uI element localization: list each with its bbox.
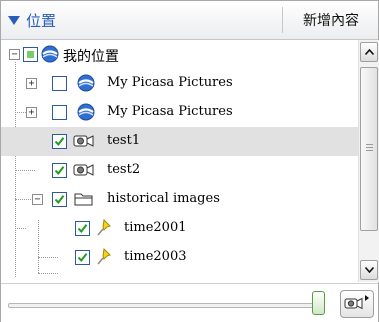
tree-item-label: test1 [107,133,141,148]
checkmark-icon [77,224,88,234]
tour-camera-play-icon [344,295,369,310]
expand-plus-icon[interactable]: + [26,78,37,89]
chevron-down-icon [364,267,374,273]
tree-item-my-places[interactable]: − 我的位置 [1,40,358,69]
tree-item-picasa-2[interactable]: + My Picasa Pictures [1,98,358,127]
scroll-up-button[interactable] [360,42,378,62]
tree-item-label: historical images [107,191,220,206]
tree-item-time2003[interactable]: time2003 [1,243,358,272]
grip-line [366,144,373,145]
checkbox-checked[interactable] [75,250,90,265]
places-panel: 位置 新增內容 − 我的位置 + My Picasa Pictures + My… [0,0,379,322]
tree-item-label: 我的位置 [63,49,119,65]
scroll-thumb[interactable] [360,67,378,231]
checkbox-checked[interactable] [52,163,67,178]
tree-item-test2[interactable]: test2 [1,156,358,185]
bottom-toolbar [1,283,378,322]
add-content-button[interactable]: 新增內容 [286,1,376,39]
tree-item-label: time2001 [124,220,187,235]
checkbox-partial[interactable] [23,47,38,62]
tour-camera-icon [73,135,94,147]
checkmark-icon [54,166,65,176]
tree-item-picasa-1[interactable]: + My Picasa Pictures [1,69,358,98]
checkbox-checked[interactable] [52,192,67,207]
tree-item-label: time2003 [124,249,187,264]
checkmark-icon [54,137,65,147]
globe-icon [77,74,95,92]
scroll-down-button[interactable] [360,260,378,280]
chevron-up-icon [364,49,374,55]
tree-scrollbar[interactable] [358,40,379,282]
checkmark-icon [77,253,88,263]
tree-item-historical-images[interactable]: − historical images [1,185,358,214]
pushpin-icon [97,218,111,236]
tree-connector [38,273,58,274]
collapse-minus-icon[interactable]: − [9,49,20,60]
places-toggle[interactable]: 位置 [8,1,56,39]
header-divider [282,7,283,33]
tree-item-label: test2 [107,162,141,177]
tree-item-label: My Picasa Pictures [107,104,233,119]
pushpin-icon [97,247,111,265]
collapse-triangle-icon [8,15,20,25]
collapse-minus-icon[interactable]: − [32,194,43,205]
places-header: 位置 新增內容 [1,1,378,40]
checkbox-checked[interactable] [75,221,90,236]
tree-item-label: My Picasa Pictures [107,75,233,90]
tour-camera-icon [73,164,94,176]
globe-icon [77,103,95,121]
slider-track[interactable] [8,303,320,308]
checkbox-unchecked[interactable] [52,105,67,120]
places-tree: − 我的位置 + My Picasa Pictures + My Picasa … [1,40,358,282]
globe-icon [41,45,59,63]
checkmark-icon [54,195,65,205]
tree-item-test1[interactable]: test1 [1,127,358,156]
expand-plus-icon[interactable]: + [26,107,37,118]
checkbox-checked[interactable] [52,134,67,149]
tour-camera-button[interactable] [340,290,374,318]
checkbox-unchecked[interactable] [52,76,67,91]
grip-line [366,147,373,148]
places-title: 位置 [26,11,57,30]
grip-line [366,150,373,151]
folder-icon [74,193,93,206]
tree-item-time2001[interactable]: time2001 [1,214,358,243]
slider-knob[interactable] [312,291,325,315]
